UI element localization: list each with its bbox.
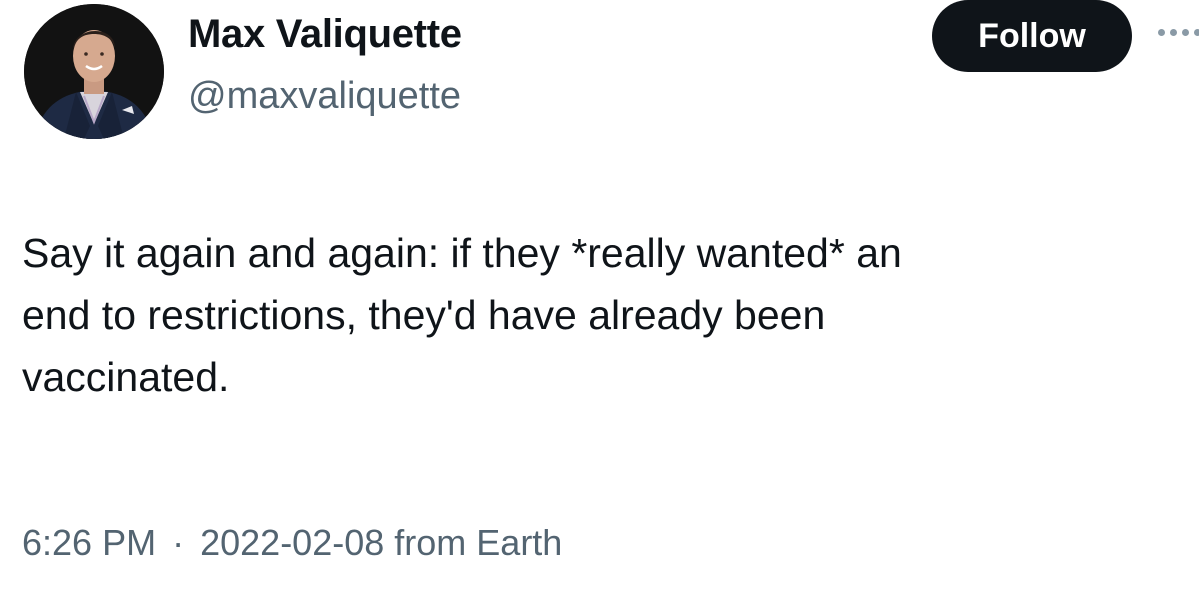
tweet-date[interactable]: 2022-02-08 (200, 522, 384, 563)
more-dot (1170, 28, 1177, 36)
tweet-metadata: 6:26 PM · 2022-02-08 from Earth (22, 522, 562, 564)
follow-button[interactable]: Follow (932, 0, 1132, 72)
user-handle[interactable]: @maxvaliquette (188, 75, 461, 118)
tweet-text: Say it again and again: if they *really … (22, 230, 902, 400)
more-horizontal-icon[interactable] (1158, 24, 1199, 40)
tweet-card: Max Valiquette @maxvaliquette Follow Say… (0, 0, 1199, 595)
avatar[interactable] (24, 4, 164, 139)
display-name[interactable]: Max Valiquette (188, 12, 462, 57)
meta-separator: · (172, 522, 185, 563)
more-dot (1158, 28, 1165, 36)
more-dot (1182, 28, 1189, 36)
tweet-time[interactable]: 6:26 PM (22, 522, 156, 563)
more-dot (1194, 28, 1199, 36)
avatar-image (24, 4, 164, 139)
tweet-source: from Earth (394, 522, 563, 563)
